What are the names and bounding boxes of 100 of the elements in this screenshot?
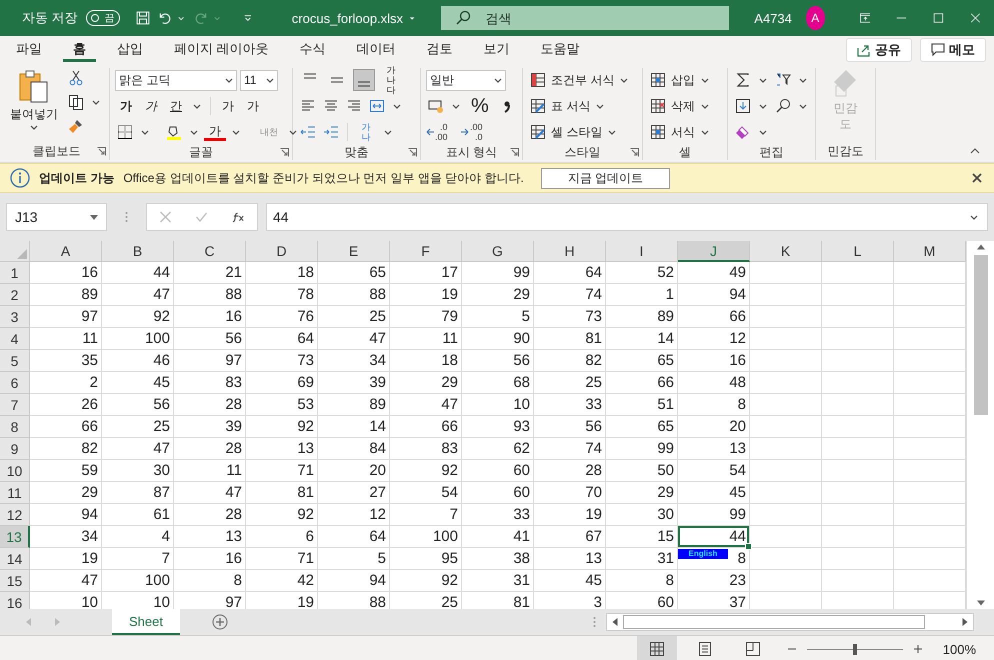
percent-style-button[interactable]: % [466, 94, 494, 118]
table-cell: 49 [678, 262, 750, 284]
table-cell: 47 [30, 570, 102, 592]
row-header[interactable]: 11 [0, 482, 30, 504]
row-header[interactable]: 2 [0, 284, 30, 306]
row-header[interactable]: 7 [0, 394, 30, 416]
table-cell: 76 [246, 306, 318, 328]
table-cell: 54 [390, 482, 462, 504]
autosave-toggle[interactable]: 끔 [86, 10, 120, 26]
font-name-dropdown[interactable]: 맑은 고딕 [115, 70, 237, 90]
menu-tab[interactable]: 보기 [474, 38, 520, 62]
column-header[interactable]: H [534, 241, 606, 262]
italic-button[interactable]: 가 [140, 98, 162, 114]
table-cell: 82 [534, 350, 606, 372]
table-cell: 7 [390, 504, 462, 526]
table-cell: 16 [30, 262, 102, 284]
table-cell: 21 [174, 262, 246, 284]
increase-font-size-button[interactable]: 가 [217, 98, 239, 114]
comments-button[interactable]: 메모 [920, 38, 986, 62]
zoom-level[interactable]: 100% [942, 642, 976, 656]
table-cell: 5 [318, 548, 390, 570]
column-header[interactable]: F [390, 241, 462, 262]
table-cell: 94 [30, 504, 102, 526]
table-cell: 60 [462, 460, 534, 482]
file-name[interactable]: crocus_forloop.xlsx [292, 10, 404, 26]
row-header[interactable]: 5 [0, 350, 30, 372]
font-color-button[interactable]: 가 [204, 124, 226, 140]
row-header[interactable]: 1 [0, 262, 30, 284]
row-header[interactable]: 10 [0, 460, 30, 482]
cells-menu-button[interactable]: 삽입 [671, 72, 695, 88]
cells-menu-button[interactable]: 삭제 [671, 98, 695, 114]
row-header[interactable]: 3 [0, 306, 30, 328]
search-field[interactable]: 검색 [441, 6, 730, 30]
style-menu-button[interactable]: 셀 스타일 [551, 124, 602, 140]
column-header[interactable]: E [318, 241, 390, 262]
column-header[interactable]: L [822, 241, 894, 262]
menu-tab[interactable]: 검토 [416, 38, 463, 62]
column-header[interactable]: B [102, 241, 174, 262]
row-header[interactable]: 6 [0, 372, 30, 394]
decrease-decimal-button[interactable]: .00 .0 [461, 122, 493, 142]
table-cell: 8 [174, 570, 246, 592]
column-header[interactable]: K [750, 241, 822, 262]
row-header[interactable]: 16 [0, 592, 30, 609]
table-cell: 11 [390, 328, 462, 350]
table-cell: 6 [246, 526, 318, 548]
formula-input[interactable]: 44 [266, 203, 988, 231]
increase-decimal-button[interactable]: .0 .00 [426, 122, 458, 142]
table-cell: 12 [678, 328, 750, 350]
column-header[interactable]: C [174, 241, 246, 262]
paste-button[interactable]: 붙여넣기 [8, 68, 60, 142]
column-header[interactable]: G [462, 241, 534, 262]
menu-tab[interactable]: 파일 [6, 38, 52, 62]
sheet-tab[interactable]: Sheet [112, 609, 180, 635]
decrease-font-size-button[interactable]: 가 [242, 98, 264, 114]
font-size-dropdown[interactable]: 11 [240, 70, 278, 90]
row-header[interactable]: 15 [0, 570, 30, 592]
row-header[interactable]: 8 [0, 416, 30, 438]
row-header[interactable]: 9 [0, 438, 30, 460]
menu-tab[interactable]: 삽입 [107, 38, 153, 62]
active-cell[interactable]: 44 [678, 526, 750, 548]
table-cell: 83 [390, 438, 462, 460]
table-cell: 81 [534, 328, 606, 350]
orientation-button[interactable]: 가나 [354, 122, 378, 142]
menu-tab[interactable]: 도움말 [530, 38, 590, 62]
bold-button[interactable]: 가 [115, 98, 137, 114]
table-cell: 90 [462, 328, 534, 350]
table-cell: 61 [102, 504, 174, 526]
table-cell: 18 [390, 350, 462, 372]
table-cell: 5 [462, 306, 534, 328]
number-format-dropdown[interactable]: 일반 [426, 70, 506, 90]
menu-tab[interactable]: 수식 [290, 38, 336, 62]
cells-menu-button[interactable]: 서식 [671, 124, 695, 140]
table-cell: 29 [606, 482, 678, 504]
row-header[interactable]: 4 [0, 328, 30, 350]
style-menu-button[interactable]: 표 서식 [551, 98, 590, 114]
column-header[interactable]: A [30, 241, 102, 262]
menu-tab[interactable]: 데이터 [346, 38, 406, 62]
group-label: 편집 [760, 144, 784, 161]
name-box[interactable]: J13 [6, 203, 107, 231]
update-now-button[interactable]: 지금 업데이트 [540, 168, 670, 188]
table-cell: 12 [318, 504, 390, 526]
column-header[interactable]: D [246, 241, 318, 262]
table-cell: 46 [102, 350, 174, 372]
table-cell: 56 [534, 416, 606, 438]
user-avatar[interactable]: A [806, 6, 825, 30]
underline-button[interactable]: 간 [165, 98, 187, 114]
table-cell: 69 [246, 372, 318, 394]
group-label: 스타일 [564, 144, 600, 161]
menu-tab[interactable]: 홈 [63, 38, 96, 62]
row-header[interactable]: 12 [0, 504, 30, 526]
column-header[interactable]: M [894, 241, 966, 262]
column-header[interactable]: J [678, 241, 750, 262]
row-header[interactable]: 14 [0, 548, 30, 570]
wrap-text-button[interactable]: 가나다 [379, 65, 403, 95]
menu-tab[interactable]: 페이지 레이아웃 [164, 38, 279, 62]
row-header[interactable]: 13 [0, 526, 30, 548]
style-menu-button[interactable]: 조건부 서식 [551, 72, 614, 88]
table-cell: 15 [606, 526, 678, 548]
column-header[interactable]: I [606, 241, 678, 262]
share-button[interactable]: 공유 [846, 38, 912, 62]
